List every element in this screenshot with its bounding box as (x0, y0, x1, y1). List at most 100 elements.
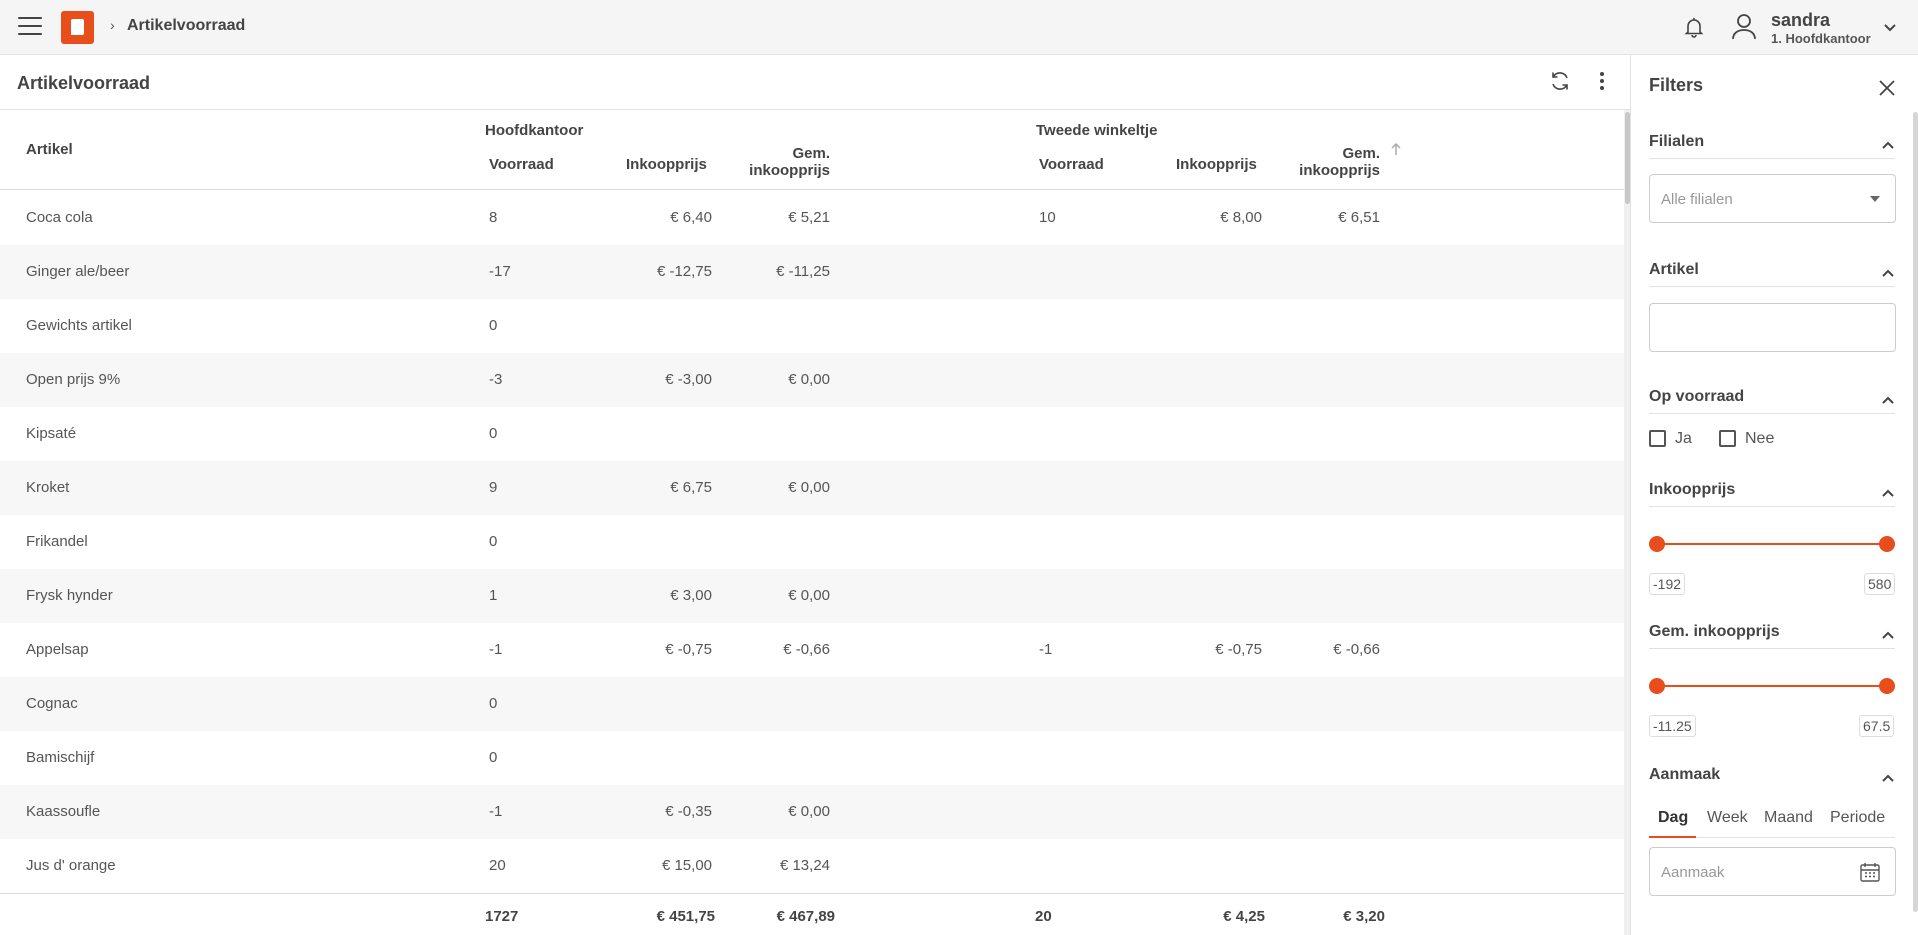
tab-week[interactable]: Week (1707, 809, 1748, 827)
cell-voorraad-1: 20 (489, 857, 506, 874)
column-header-inkoopprijs-2[interactable]: Inkoopprijs (1176, 156, 1257, 173)
user-avatar-icon[interactable] (1729, 11, 1759, 41)
table-row[interactable]: Ginger ale/beer -17 € -12,75 € -11,25 (0, 245, 1624, 299)
artikel-input[interactable] (1649, 303, 1896, 352)
column-header-voorraad-1[interactable]: Voorraad (489, 156, 554, 173)
header-line: Gem. (792, 145, 830, 162)
sort-arrow-up-icon[interactable] (1390, 142, 1402, 156)
filter-section-filialen[interactable]: Filialen (1649, 133, 1704, 151)
cell-artikel: Kipsaté (26, 425, 77, 442)
chevron-up-icon[interactable] (1880, 265, 1896, 281)
checkbox-nee[interactable] (1719, 430, 1736, 447)
column-header-gem-1[interactable]: Gem. inkoopprijs (720, 145, 830, 179)
column-header-inkoopprijs-1[interactable]: Inkoopprijs (626, 156, 707, 173)
column-header-artikel[interactable]: Artikel (26, 141, 73, 158)
filialen-select[interactable]: Alle filialen (1649, 174, 1896, 223)
select-placeholder: Alle filialen (1661, 191, 1733, 208)
checkbox-ja-label[interactable]: Ja (1675, 430, 1692, 448)
gem-inkoopprijs-slider-track[interactable] (1661, 685, 1891, 687)
user-branch[interactable]: 1. Hoofdkantoor (1771, 31, 1871, 46)
table-row[interactable]: Appelsap -1 € -0,75 € -0,66 -1 € -0,75 € -0,66 (0, 623, 1624, 677)
total-voorraad-2: 20 (1035, 908, 1052, 925)
notification-bell-icon[interactable] (1682, 15, 1706, 39)
total-voorraad-1: 1727 (485, 908, 519, 925)
close-icon[interactable] (1875, 76, 1899, 100)
cell-voorraad-1: 1 (489, 587, 498, 604)
cell-artikel: Frikandel (26, 533, 88, 550)
cell-inkoopprijs-1: € -0,75 (665, 641, 712, 658)
inkoopprijs-max-value[interactable]: 580 (1864, 573, 1896, 595)
tab-maand[interactable]: Maand (1764, 809, 1813, 827)
user-name[interactable]: sandra (1771, 10, 1830, 31)
chevron-up-icon[interactable] (1880, 137, 1896, 153)
gem-inkoopprijs-slider-min-handle[interactable] (1649, 678, 1665, 694)
breadcrumb-current[interactable]: Artikelvoorraad (127, 17, 245, 35)
total-gem-2: € 3,20 (1343, 908, 1385, 925)
app-logo[interactable] (61, 11, 94, 44)
total-inkoopprijs-1: € 451,75 (656, 908, 715, 925)
table-row[interactable]: Frikandel 0 (0, 515, 1624, 569)
filters-title: Filters (1649, 75, 1704, 95)
inkoopprijs-slider-max-handle[interactable] (1879, 536, 1895, 552)
table-row[interactable]: Open prijs 9% -3 € -3,00 € 0,00 (0, 353, 1624, 407)
cell-voorraad-2: -1 (1039, 641, 1053, 658)
chevron-up-icon[interactable] (1880, 627, 1896, 643)
refresh-icon[interactable] (1548, 69, 1572, 93)
header-line: inkoopprijs (749, 162, 830, 179)
cell-inkoopprijs-2: € -0,75 (1215, 641, 1262, 658)
chevron-up-icon[interactable] (1880, 770, 1896, 786)
chevron-up-icon[interactable] (1880, 392, 1896, 408)
chevron-down-icon[interactable] (1882, 20, 1898, 36)
cell-artikel: Bamischijf (26, 749, 95, 766)
filters-scrollbar[interactable] (1913, 112, 1918, 912)
cell-inkoopprijs-1: € 6,40 (670, 209, 712, 226)
calendar-icon[interactable] (1859, 861, 1881, 883)
checkbox-nee-label[interactable]: Nee (1745, 430, 1774, 448)
hamburger-menu-icon[interactable] (18, 17, 42, 37)
table-row[interactable]: Jus d' orange 20 € 15,00 € 13,24 (0, 839, 1624, 893)
table-totals-row: 1727 € 451,75 € 467,89 20 € 4,25 € 3,20 (0, 893, 1624, 935)
column-header-gem-2[interactable]: Gem. inkoopprijs (1270, 145, 1380, 179)
gem-inkoopprijs-min-value[interactable]: -11.25 (1649, 715, 1696, 737)
table-row[interactable]: Kroket 9 € 6,75 € 0,00 (0, 461, 1624, 515)
table-row[interactable]: Frysk hynder 1 € 3,00 € 0,00 (0, 569, 1624, 623)
cell-inkoopprijs-1: € 15,00 (661, 857, 712, 874)
gem-inkoopprijs-max-value[interactable]: 67.5 (1859, 715, 1895, 737)
filter-section-gem-inkoopprijs[interactable]: Gem. inkoopprijs (1649, 623, 1780, 641)
chevron-up-icon[interactable] (1880, 485, 1896, 501)
date-placeholder: Aanmaak (1661, 864, 1725, 881)
cell-inkoopprijs-2: € 8,00 (1220, 209, 1262, 226)
filter-section-aanmaak[interactable]: Aanmaak (1649, 766, 1720, 784)
cell-gem-2: € -0,66 (1333, 641, 1380, 658)
inkoopprijs-slider-min-handle[interactable] (1649, 536, 1665, 552)
panel-header: Artikelvoorraad (0, 55, 1630, 110)
gem-inkoopprijs-slider-max-handle[interactable] (1879, 678, 1895, 694)
table-row[interactable]: Bamischijf 0 (0, 731, 1624, 785)
aanmaak-date-input[interactable]: Aanmaak (1649, 847, 1896, 896)
more-vertical-icon[interactable] (1590, 69, 1614, 93)
tab-dag[interactable]: Dag (1658, 809, 1688, 827)
cell-gem-1: € 0,00 (788, 587, 830, 604)
cell-gem-1: € 0,00 (788, 371, 830, 388)
table-row[interactable]: Gewichts artikel 0 (0, 299, 1624, 353)
header-line: Gem. (1342, 145, 1380, 162)
filter-section-artikel[interactable]: Artikel (1649, 261, 1699, 279)
inkoopprijs-slider-track[interactable] (1661, 543, 1891, 545)
filter-section-op-voorraad[interactable]: Op voorraad (1649, 388, 1744, 406)
column-header-voorraad-2[interactable]: Voorraad (1039, 156, 1104, 173)
cell-inkoopprijs-1: € 3,00 (670, 587, 712, 604)
cell-voorraad-1: 0 (489, 749, 498, 766)
checkbox-ja[interactable] (1649, 430, 1666, 447)
cell-voorraad-1: -1 (489, 641, 503, 658)
tab-periode[interactable]: Periode (1830, 809, 1885, 827)
table-row[interactable]: Kipsaté 0 (0, 407, 1624, 461)
cell-voorraad-1: -17 (489, 263, 511, 280)
table-row[interactable]: Kaassoufle -1 € -0,35 € 0,00 (0, 785, 1624, 839)
table-row[interactable]: Cognac 0 (0, 677, 1624, 731)
filter-section-inkoopprijs[interactable]: Inkoopprijs (1649, 481, 1735, 499)
table-header: Artikel Hoofdkantoor Voorraad Inkoopprij… (0, 110, 1624, 190)
cell-voorraad-1: 0 (489, 425, 498, 442)
cell-artikel: Open prijs 9% (26, 371, 121, 388)
table-row[interactable]: Coca cola 8 € 6,40 € 5,21 10 € 8,00 € 6,51 (0, 191, 1624, 245)
inkoopprijs-min-value[interactable]: -192 (1649, 573, 1686, 595)
